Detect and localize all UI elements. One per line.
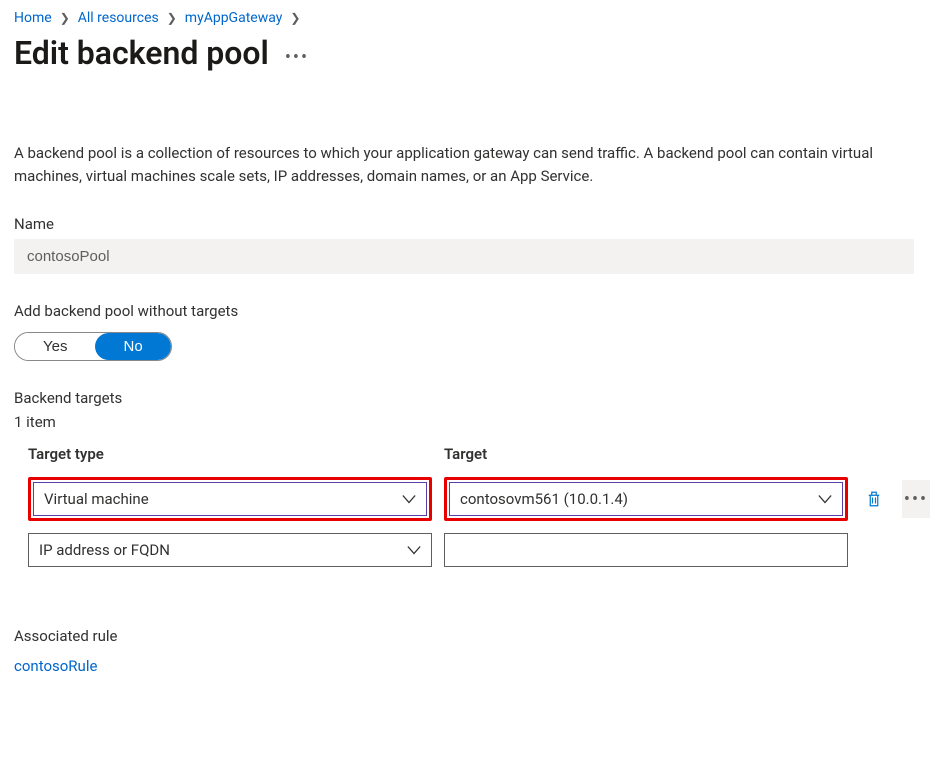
without-targets-group: Add backend pool without targets Yes No	[14, 302, 923, 389]
breadcrumb: Home ❯ All resources ❯ myAppGateway ❯	[14, 10, 923, 26]
breadcrumb-all-resources[interactable]: All resources	[78, 10, 159, 26]
target-type-select[interactable]: IP address or FQDN	[28, 533, 432, 567]
name-field-group: Name	[14, 215, 923, 302]
chevron-down-icon	[818, 492, 832, 506]
name-input[interactable]	[14, 239, 914, 274]
target-type-value: IP address or FQDN	[39, 541, 170, 559]
chevron-right-icon: ❯	[167, 11, 177, 25]
name-label: Name	[14, 215, 923, 233]
column-header-type: Target type	[28, 445, 432, 465]
chevron-down-icon	[402, 492, 416, 506]
row-more-button[interactable]: •••	[902, 480, 930, 518]
target-type-select[interactable]: Virtual machine	[33, 482, 427, 516]
breadcrumb-gateway[interactable]: myAppGateway	[185, 10, 283, 26]
chevron-right-icon: ❯	[60, 11, 70, 25]
title-row: Edit backend pool •••	[14, 34, 923, 72]
more-menu-icon[interactable]: •••	[285, 39, 309, 68]
delete-row-button[interactable]	[860, 480, 888, 518]
target-type-cell: Virtual machine	[28, 477, 432, 521]
chevron-down-icon	[407, 543, 421, 557]
trash-icon	[865, 490, 883, 508]
page-title: Edit backend pool	[14, 34, 269, 72]
toggle-no[interactable]: No	[95, 333, 170, 360]
associated-rule-link[interactable]: contosoRule	[14, 657, 97, 675]
target-type-value: Virtual machine	[44, 490, 149, 508]
column-header-target: Target	[444, 445, 848, 465]
associated-rule-section: Associated rule contosoRule	[14, 627, 923, 675]
backend-targets-label: Backend targets	[14, 389, 923, 407]
target-value: contosovm561 (10.0.1.4)	[460, 490, 628, 508]
item-count: 1 item	[14, 413, 923, 431]
target-cell: contosovm561 (10.0.1.4)	[444, 477, 848, 521]
without-targets-label: Add backend pool without targets	[14, 302, 923, 320]
toggle-yes[interactable]: Yes	[15, 333, 95, 360]
description-text: A backend pool is a collection of resour…	[14, 142, 923, 187]
backend-targets-section: Backend targets 1 item Target type Targe…	[14, 389, 923, 567]
targets-grid: Target type Target Virtual machine conto…	[28, 445, 923, 567]
chevron-right-icon: ❯	[290, 11, 300, 25]
target-input[interactable]	[444, 533, 848, 567]
without-targets-toggle[interactable]: Yes No	[14, 332, 172, 361]
associated-rule-label: Associated rule	[14, 627, 923, 645]
target-select[interactable]: contosovm561 (10.0.1.4)	[449, 482, 843, 516]
breadcrumb-home[interactable]: Home	[14, 10, 52, 26]
